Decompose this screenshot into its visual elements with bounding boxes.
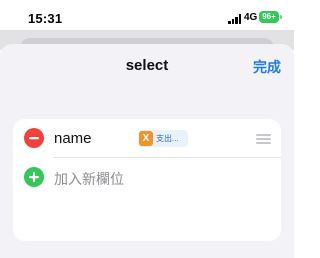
sheet-title: select	[125, 57, 169, 74]
tag-icon: X	[139, 131, 153, 146]
minus-circle-icon[interactable]	[24, 128, 44, 148]
tag-label: 支出...	[156, 134, 179, 143]
status-time: 15:31	[28, 11, 63, 26]
field-row: name X 支出...	[13, 119, 281, 158]
drag-handle-icon[interactable]	[256, 133, 271, 144]
battery-tip	[280, 15, 282, 19]
field-name: name	[54, 130, 92, 147]
field-tag: X 支出...	[138, 130, 188, 147]
battery-icon: 96+	[259, 11, 279, 23]
cellular-signal-icon	[228, 14, 242, 24]
done-button[interactable]: 完成	[253, 57, 281, 77]
field-list: name X 支出... 加入新欄位	[13, 119, 281, 241]
add-field-label: 加入新欄位	[54, 171, 124, 187]
plus-circle-icon[interactable]	[24, 167, 44, 187]
network-type: 4G	[244, 12, 258, 23]
add-field-row[interactable]: 加入新欄位	[13, 158, 281, 196]
modal-sheet: select 完成 name X 支出... 加入新欄位	[0, 44, 294, 258]
